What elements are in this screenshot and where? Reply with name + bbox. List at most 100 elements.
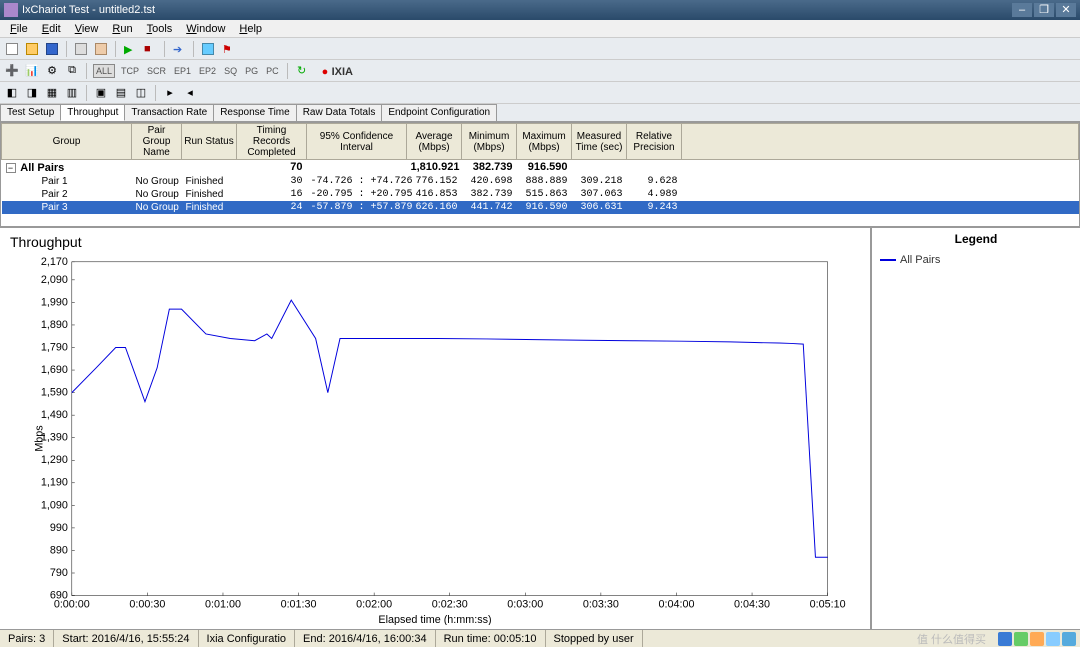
filter-pg[interactable]: PG [243,65,260,77]
col-group[interactable]: Group [2,124,132,160]
paste-icon[interactable] [93,41,109,57]
menu-run[interactable]: Run [106,22,138,36]
maximize-button[interactable]: ❐ [1034,3,1054,17]
status-stopped: Stopped by user [546,630,643,647]
tray-icon-5[interactable] [1062,632,1076,646]
tool3-4[interactable]: ▥ [64,85,80,101]
throughput-chart[interactable]: 6907908909901,0901,1901,2901,3901,4901,5… [4,252,866,625]
tray-icon-1[interactable] [998,632,1012,646]
run-icon[interactable]: ▶ [122,41,138,57]
svg-text:1,690: 1,690 [41,364,68,376]
filter-tcp[interactable]: TCP [119,65,141,77]
legend-title: Legend [872,228,1080,250]
svg-text:1,090: 1,090 [41,499,68,511]
menu-edit[interactable]: Edit [36,22,67,36]
close-button[interactable]: ✕ [1056,3,1076,17]
menu-file[interactable]: File [4,22,34,36]
svg-text:0:01:30: 0:01:30 [281,598,317,610]
svg-text:0:04:00: 0:04:00 [658,598,694,610]
svg-text:0:04:30: 0:04:30 [734,598,770,610]
tray-icon-2[interactable] [1014,632,1028,646]
col-run-status[interactable]: Run Status [182,124,237,160]
brand-logo: ● IXIA [322,64,353,78]
tool3-8[interactable]: ▸ [162,85,178,101]
chart-main: Throughput 6907908909901,0901,1901,2901,… [0,228,870,629]
svg-text:1,890: 1,890 [41,319,68,331]
tab-throughput[interactable]: Throughput [60,104,125,121]
tab-endpoint-config[interactable]: Endpoint Configuration [381,104,497,121]
svg-text:2,170: 2,170 [41,256,68,268]
tool3-6[interactable]: ▤ [113,85,129,101]
summary-row[interactable]: − All Pairs 70 1,810.921382.739916.590 [2,160,1079,176]
col-maximum[interactable]: Maximum (Mbps) [517,124,572,160]
table-row[interactable]: Pair 1No GroupFinished 30-74.726 : +74.7… [2,175,1079,188]
stop-icon[interactable]: ■ [142,41,158,57]
svg-text:2,090: 2,090 [41,274,68,286]
window-title: IxChariot Test - untitled2.tst [22,4,1012,16]
results-table[interactable]: Group Pair Group Name Run Status Timing … [0,122,1080,227]
chart-area: Throughput 6907908909901,0901,1901,2901,… [0,227,1080,629]
col-pair-group[interactable]: Pair Group Name [132,124,182,160]
svg-text:0:05:10: 0:05:10 [810,598,846,610]
add-group-icon[interactable]: 📊 [24,63,40,79]
menu-help[interactable]: Help [233,22,268,36]
col-confidence[interactable]: 95% Confidence Interval [307,124,407,160]
col-timing-records[interactable]: Timing Records Completed [237,124,307,160]
add-pair-icon[interactable]: ➕ [4,63,20,79]
filter-scr[interactable]: SCR [145,65,168,77]
status-end: End: 2016/4/16, 16:00:34 [295,630,436,647]
replicate-icon[interactable]: ⧉ [64,63,80,79]
svg-text:790: 790 [50,567,68,579]
filter-all[interactable]: ALL [93,64,115,78]
col-average[interactable]: Average (Mbps) [407,124,462,160]
svg-text:0:00:30: 0:00:30 [129,598,165,610]
export-icon[interactable]: ➔ [171,41,187,57]
config-icon[interactable]: ⚙ [44,63,60,79]
filter-sq[interactable]: SQ [222,65,239,77]
tab-response-time[interactable]: Response Time [213,104,296,121]
tab-test-setup[interactable]: Test Setup [0,104,61,121]
tool3-1[interactable]: ◧ [4,85,20,101]
tool3-9[interactable]: ◂ [182,85,198,101]
legend-item[interactable]: All Pairs [880,254,1072,266]
result-tabs: Test Setup Throughput Transaction Rate R… [0,104,1080,122]
new-icon[interactable] [4,41,20,57]
copy-icon[interactable] [73,41,89,57]
open-icon[interactable] [24,41,40,57]
tool3-7[interactable]: ◫ [133,85,149,101]
col-precision[interactable]: Relative Precision [627,124,682,160]
refresh-icon[interactable]: ↻ [294,63,310,79]
tool3-2[interactable]: ◨ [24,85,40,101]
tray-icon-4[interactable] [1046,632,1060,646]
menu-tools[interactable]: Tools [141,22,179,36]
status-pairs: Pairs: 3 [0,630,54,647]
toolbar-2: ➕ 📊 ⚙ ⧉ ALL TCP SCR EP1 EP2 SQ PG PC ↻ ●… [0,60,1080,82]
toolbar-3: ◧ ◨ ▦ ▥ ▣ ▤ ◫ ▸ ◂ [0,82,1080,104]
watermark: 值 什么值得买 [643,631,994,647]
flag-icon[interactable]: ⚑ [220,41,236,57]
chart-title: Throughput [4,232,866,252]
toolbar-1: ▶ ■ ➔ ⚑ [0,38,1080,60]
svg-text:1,490: 1,490 [41,409,68,421]
save-icon[interactable] [44,41,60,57]
filter-ep1[interactable]: EP1 [172,65,193,77]
filter-pc[interactable]: PC [264,65,281,77]
chart-icon[interactable] [200,41,216,57]
col-minimum[interactable]: Minimum (Mbps) [462,124,517,160]
filter-ep2[interactable]: EP2 [197,65,218,77]
col-measured-time[interactable]: Measured Time (sec) [572,124,627,160]
tray-icon-3[interactable] [1030,632,1044,646]
tab-transaction-rate[interactable]: Transaction Rate [124,104,214,121]
menu-view[interactable]: View [69,22,105,36]
tool3-5[interactable]: ▣ [93,85,109,101]
minimize-button[interactable]: – [1012,3,1032,17]
svg-text:0:01:00: 0:01:00 [205,598,241,610]
table-row[interactable]: Pair 3No GroupFinished 24-57.879 : +57.8… [2,201,1079,214]
tool3-3[interactable]: ▦ [44,85,60,101]
menu-window[interactable]: Window [180,22,231,36]
table-row[interactable]: Pair 2No GroupFinished 16-20.795 : +20.7… [2,188,1079,201]
svg-text:1,290: 1,290 [41,454,68,466]
statusbar: Pairs: 3 Start: 2016/4/16, 15:55:24 Ixia… [0,629,1080,647]
status-config: Ixia Configuratio [199,630,296,647]
tab-raw-data-totals[interactable]: Raw Data Totals [296,104,383,121]
